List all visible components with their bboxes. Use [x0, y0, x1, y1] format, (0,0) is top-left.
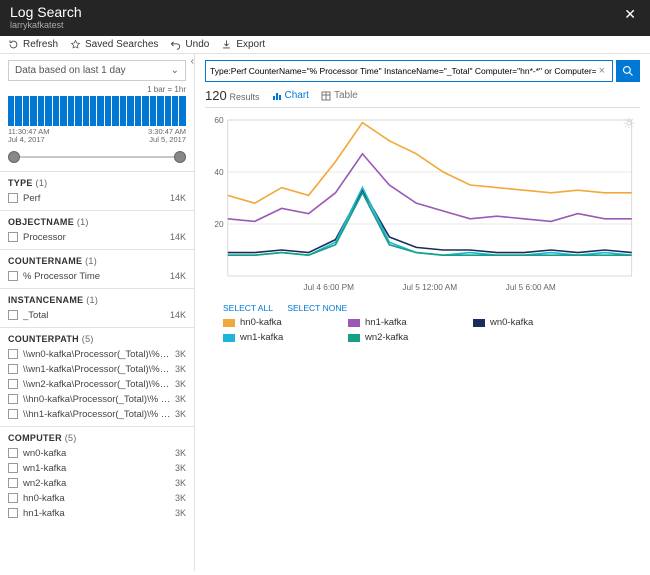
query-input-wrap: × [205, 60, 613, 82]
checkbox-icon [8, 409, 18, 419]
svg-text:40: 40 [214, 168, 224, 177]
facet-title: INSTANCENAME (1) [8, 295, 186, 305]
toolbar: Refresh Saved Searches Undo Export [0, 36, 650, 54]
svg-text:20: 20 [214, 220, 224, 229]
facet-item[interactable]: wn0-kafka3K [8, 446, 186, 461]
checkbox-icon [8, 379, 18, 389]
legend-item[interactable]: wn1-kafka [223, 332, 318, 343]
facet-title: OBJECTNAME (1) [8, 217, 186, 227]
collapse-sidebar-button[interactable]: ‹ [191, 56, 194, 67]
svg-text:60: 60 [214, 116, 224, 125]
results-count: 120 [205, 88, 227, 103]
facet-title: COUNTERNAME (1) [8, 256, 186, 266]
legend-item[interactable]: wn2-kafka [348, 332, 443, 343]
saved-searches-button[interactable]: Saved Searches [70, 39, 158, 50]
checkbox-icon [8, 394, 18, 404]
export-button[interactable]: Export [221, 39, 265, 50]
checkbox-icon [8, 493, 18, 503]
time-range-dropdown[interactable]: Data based on last 1 day ⌄ [8, 60, 186, 81]
facet-item[interactable]: \\wn0-kafka\Processor(_Total)\% Processo… [8, 347, 186, 362]
checkbox-icon [8, 463, 18, 473]
facet-item[interactable]: \\wn1-kafka\Processor(_Total)\% Processo… [8, 362, 186, 377]
facet-item[interactable]: \\wn2-kafka\Processor(_Total)\% Processo… [8, 377, 186, 392]
time-range-slider[interactable] [8, 151, 186, 163]
checkbox-icon [8, 364, 18, 374]
svg-text:Jul 4 6:00 PM: Jul 4 6:00 PM [303, 283, 354, 292]
facet-group: COUNTERPATH (5) \\wn0-kafka\Processor(_To… [0, 327, 194, 426]
facet-title: COUNTERPATH (5) [8, 334, 186, 344]
query-input[interactable] [210, 66, 596, 76]
facet-title: TYPE (1) [8, 178, 186, 188]
line-chart[interactable]: 20 40 60 Jul 4 6:00 PM Jul 5 12:00 AM Jul 5 6… [205, 114, 640, 294]
tab-chart[interactable]: Chart [272, 90, 309, 101]
legend-item[interactable]: hn0-kafka [223, 317, 318, 328]
chart-icon [272, 91, 282, 101]
title-bar: Log Search larrykafkatest ✕ [0, 0, 650, 36]
facet-title: COMPUTER (5) [8, 433, 186, 443]
facet-group: INSTANCENAME (1) _Total14K [0, 288, 194, 327]
export-icon [221, 39, 232, 50]
checkbox-icon [8, 193, 18, 203]
run-search-button[interactable] [616, 60, 640, 82]
facet-item[interactable]: % Processor Time14K [8, 269, 186, 284]
legend-item[interactable]: hn1-kafka [348, 317, 443, 328]
checkbox-icon [8, 310, 18, 320]
sidebar: ‹ Data based on last 1 day ⌄ 1 bar = 1hr… [0, 54, 195, 571]
workspace-name: larrykafkatest [10, 20, 82, 30]
refresh-icon [8, 39, 19, 50]
facet-item[interactable]: \\hn0-kafka\Processor(_Total)\% Processo… [8, 392, 186, 407]
facet-item[interactable]: Perf14K [8, 191, 186, 206]
chart-settings-button[interactable] [622, 116, 636, 133]
checkbox-icon [8, 478, 18, 488]
gear-icon [622, 116, 636, 130]
select-all-button[interactable]: SELECT ALL [223, 303, 273, 313]
checkbox-icon [8, 349, 18, 359]
star-icon [70, 39, 81, 50]
chart-legend: hn0-kafka hn1-kafka wn0-kafka wn1-kafka wn2-… [223, 317, 640, 343]
table-icon [321, 91, 331, 101]
facet-item[interactable]: _Total14K [8, 308, 186, 323]
svg-text:Jul 5 12:00 AM: Jul 5 12:00 AM [402, 283, 457, 292]
facet-group: TYPE (1) Perf14K [0, 171, 194, 210]
legend-item[interactable]: wn0-kafka [473, 317, 568, 328]
undo-button[interactable]: Undo [170, 39, 209, 50]
facet-item[interactable]: \\hn1-kafka\Processor(_Total)\% Processo… [8, 407, 186, 422]
facet-group: COMPUTER (5) wn0-kafka3Kwn1-kafka3Kwn2-ka… [0, 426, 194, 525]
close-button[interactable]: ✕ [620, 4, 640, 25]
undo-icon [170, 39, 181, 50]
facet-item[interactable]: hn1-kafka3K [8, 506, 186, 521]
facet-group: COUNTERNAME (1) % Processor Time14K [0, 249, 194, 288]
facet-item[interactable]: Processor14K [8, 230, 186, 245]
facet-item[interactable]: hn0-kafka3K [8, 491, 186, 506]
checkbox-icon [8, 271, 18, 281]
facet-item[interactable]: wn1-kafka3K [8, 461, 186, 476]
content-area: × 120 Results Chart Table 204060Jul 4 6:… [195, 54, 650, 571]
facet-group: OBJECTNAME (1) Processor14K [0, 210, 194, 249]
time-histogram[interactable] [8, 96, 186, 126]
histogram-time-axis: 11:30:47 AMJul 4, 2017 3:30:47 AMJul 5, … [8, 128, 186, 145]
checkbox-icon [8, 508, 18, 518]
checkbox-icon [8, 232, 18, 242]
svg-text:Jul 5 6:00 AM: Jul 5 6:00 AM [506, 283, 556, 292]
clear-query-button[interactable]: × [596, 65, 608, 77]
refresh-button[interactable]: Refresh [8, 39, 58, 50]
search-icon [622, 65, 634, 77]
checkbox-icon [8, 448, 18, 458]
tab-table[interactable]: Table [321, 90, 358, 101]
select-none-button[interactable]: SELECT NONE [287, 303, 347, 313]
chevron-down-icon: ⌄ [171, 65, 179, 76]
page-title: Log Search [10, 4, 82, 20]
histogram-scale-label: 1 bar = 1hr [0, 85, 186, 94]
facet-item[interactable]: wn2-kafka3K [8, 476, 186, 491]
